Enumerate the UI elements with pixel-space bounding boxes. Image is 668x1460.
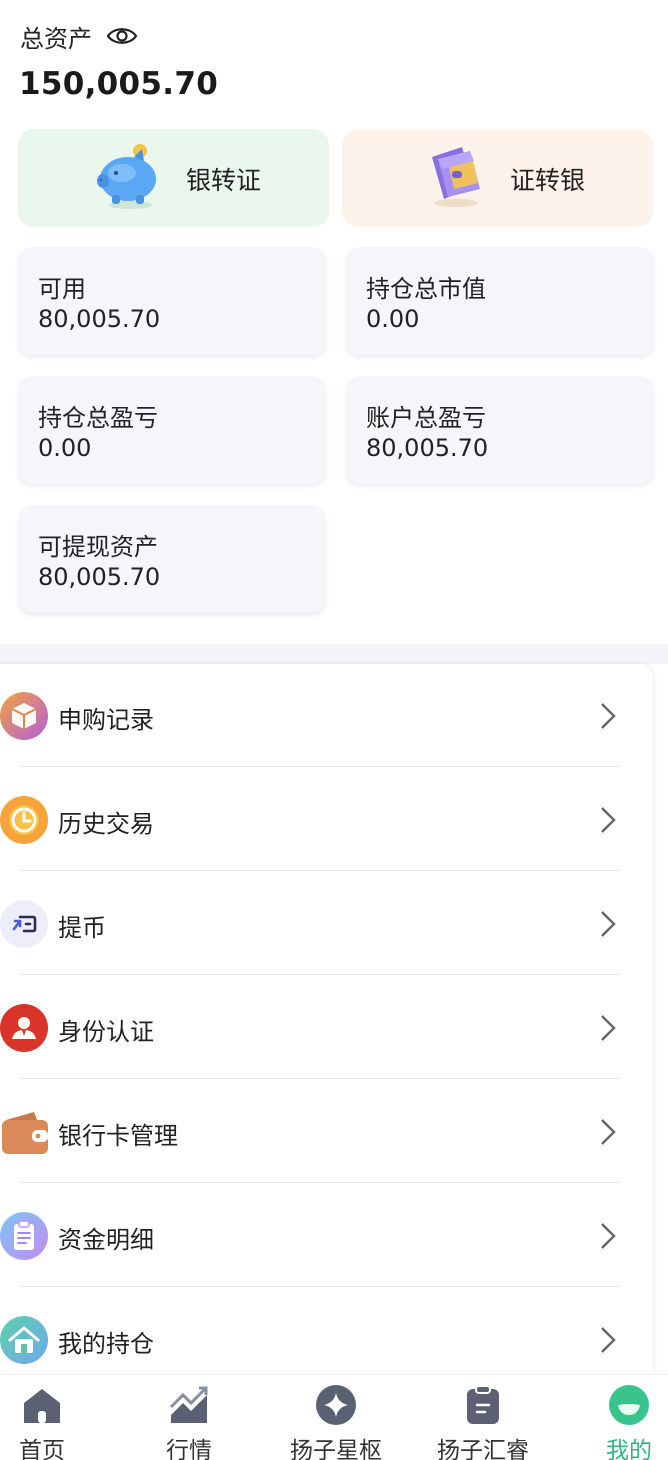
tab-home[interactable]: 首页 (0, 1375, 107, 1460)
chevron-right-icon (600, 1118, 616, 1146)
piggy-bank-icon (96, 139, 166, 211)
clipboard-icon (0, 1212, 48, 1260)
clipboard-icon (463, 1385, 503, 1425)
stat-label: 账户总盈亏 (366, 404, 486, 432)
stat-label: 可提现资产 (38, 533, 158, 561)
menu-label: 申购记录 (58, 706, 154, 734)
divider (20, 870, 620, 871)
clock-icon (0, 796, 48, 844)
menu-label: 身份认证 (58, 1018, 154, 1046)
menu-item-bank-card-management[interactable]: 银行卡管理 (0, 1080, 653, 1184)
stat-available: 可用 80,005.70 (18, 247, 326, 355)
user-badge-icon (0, 1004, 48, 1052)
bank-to-securities-button[interactable]: 银转证 (18, 129, 329, 227)
stat-value: 80,005.70 (366, 434, 489, 462)
section-gap (0, 644, 668, 664)
divider (20, 1078, 620, 1079)
stat-value: 0.00 (38, 434, 92, 462)
divider (20, 1286, 620, 1287)
eye-icon[interactable] (106, 25, 138, 47)
total-assets-value: 150,005.70 (19, 66, 219, 102)
profile-icon (609, 1385, 649, 1425)
menu-list: 申购记录 历史交易 提币 身份认证 银行卡管理 资金明细 我的持仓 (0, 664, 653, 1376)
star-icon (316, 1385, 356, 1425)
menu-item-withdraw-coin[interactable]: 提币 (0, 872, 653, 976)
menu-label: 历史交易 (58, 810, 154, 838)
stat-value: 0.00 (366, 305, 420, 333)
menu-label: 我的持仓 (58, 1330, 154, 1358)
menu-label: 提币 (58, 914, 106, 942)
total-assets-header: 总资产 (20, 20, 138, 53)
securities-to-bank-button[interactable]: 证转银 (342, 129, 653, 227)
stat-label: 持仓总市值 (366, 275, 486, 303)
chevron-right-icon (600, 1222, 616, 1250)
stat-position-market-value: 持仓总市值 0.00 (346, 247, 654, 355)
stat-withdrawable: 可提现资产 80,005.70 (18, 505, 326, 613)
chart-icon (169, 1385, 209, 1425)
stat-position-pnl: 持仓总盈亏 0.00 (18, 376, 326, 484)
chevron-right-icon (600, 702, 616, 730)
house-icon (0, 1316, 48, 1364)
wallet-icon (0, 1108, 48, 1156)
tab-label: 行情 (166, 1438, 212, 1460)
divider (20, 766, 620, 767)
tab-yangzi-huirui[interactable]: 扬子汇睿 (418, 1375, 548, 1460)
chevron-right-icon (600, 1014, 616, 1042)
tab-label: 扬子汇睿 (437, 1438, 529, 1460)
chevron-right-icon (600, 910, 616, 938)
bottom-nav: 首页 行情 扬子星枢 扬子汇睿 我的 (0, 1374, 668, 1460)
bank-to-securities-label: 银转证 (186, 166, 262, 195)
home-icon (22, 1385, 62, 1425)
menu-label: 资金明细 (58, 1226, 154, 1254)
menu-label: 银行卡管理 (58, 1122, 178, 1150)
securities-to-bank-label: 证转银 (510, 166, 586, 195)
asset-overview: 总资产 150,005.70 银转证 证转银 可用 80,005.70 持仓总市… (0, 0, 668, 644)
divider (20, 1182, 620, 1183)
tab-market[interactable]: 行情 (124, 1375, 254, 1460)
stat-account-pnl: 账户总盈亏 80,005.70 (346, 376, 654, 484)
menu-item-my-positions[interactable]: 我的持仓 (0, 1288, 653, 1376)
menu-item-subscription-records[interactable]: 申购记录 (0, 664, 653, 768)
menu-item-trade-history[interactable]: 历史交易 (0, 768, 653, 872)
tab-label: 我的 (606, 1438, 652, 1460)
tab-label: 首页 (19, 1438, 65, 1460)
chevron-right-icon (600, 806, 616, 834)
tab-label: 扬子星枢 (290, 1438, 382, 1460)
menu-item-identity-verification[interactable]: 身份认证 (0, 976, 653, 1080)
tab-yangzi-xingshu[interactable]: 扬子星枢 (271, 1375, 401, 1460)
withdraw-icon (0, 900, 48, 948)
wallet-book-icon (422, 139, 492, 211)
divider (20, 974, 620, 975)
stat-value: 80,005.70 (38, 563, 161, 591)
stat-label: 可用 (38, 275, 86, 303)
stat-value: 80,005.70 (38, 305, 161, 333)
menu-item-fund-details[interactable]: 资金明细 (0, 1184, 653, 1288)
total-assets-label: 总资产 (20, 24, 92, 53)
stat-label: 持仓总盈亏 (38, 404, 158, 432)
chevron-right-icon (600, 1326, 616, 1354)
cube-icon (0, 692, 48, 740)
tab-mine[interactable]: 我的 (564, 1375, 668, 1460)
